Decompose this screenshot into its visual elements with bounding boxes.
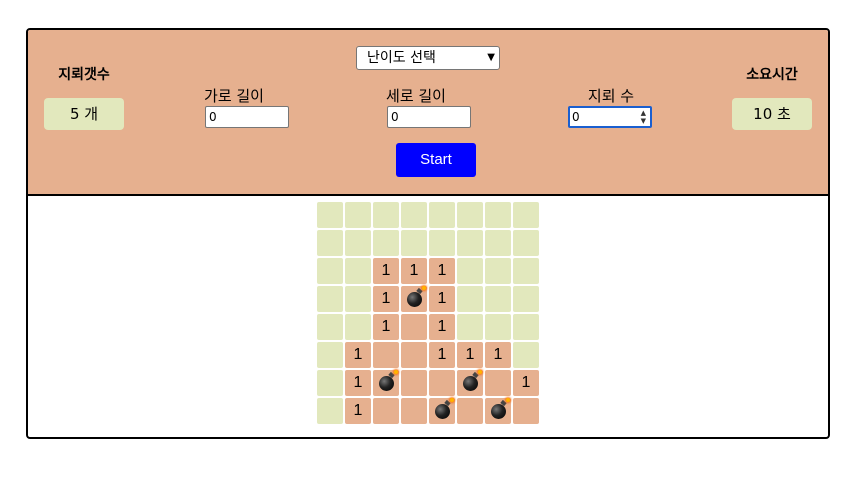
hidden-cell[interactable]: [485, 286, 511, 312]
mine-number-input-value: 0: [572, 110, 580, 124]
number-cell[interactable]: 1: [429, 314, 455, 340]
start-button[interactable]: Start: [396, 143, 476, 177]
hidden-cell[interactable]: [457, 230, 483, 256]
hidden-cell[interactable]: [317, 286, 343, 312]
revealed-empty-cell[interactable]: [401, 342, 427, 368]
revealed-empty-cell[interactable]: [429, 370, 455, 396]
mine-cell[interactable]: [457, 370, 483, 396]
hidden-cell[interactable]: [317, 398, 343, 424]
hidden-cell[interactable]: [513, 286, 539, 312]
elapsed-time-title: 소요시간: [746, 67, 798, 83]
hidden-cell[interactable]: [457, 286, 483, 312]
hidden-cell[interactable]: [373, 202, 399, 228]
hidden-cell[interactable]: [485, 314, 511, 340]
difficulty-select[interactable]: 난이도 선택 ▼: [356, 46, 500, 70]
hidden-cell[interactable]: [485, 202, 511, 228]
hidden-cell[interactable]: [345, 258, 371, 284]
mine-cell[interactable]: [373, 370, 399, 396]
number-cell[interactable]: 1: [345, 398, 371, 424]
height-input[interactable]: 0: [387, 106, 471, 128]
width-input[interactable]: 0: [205, 106, 289, 128]
number-cell[interactable]: 1: [345, 370, 371, 396]
revealed-empty-cell[interactable]: [401, 398, 427, 424]
hidden-cell[interactable]: [457, 314, 483, 340]
number-cell[interactable]: 1: [345, 342, 371, 368]
hidden-cell[interactable]: [317, 342, 343, 368]
hidden-cell[interactable]: [345, 230, 371, 256]
hidden-cell[interactable]: [345, 202, 371, 228]
number-cell[interactable]: 1: [513, 370, 539, 396]
height-label: 세로 길이: [386, 87, 446, 105]
hidden-cell[interactable]: [457, 202, 483, 228]
spinner-arrows-icon[interactable]: ▲ ▼: [641, 109, 646, 125]
revealed-empty-cell[interactable]: [373, 398, 399, 424]
hidden-cell[interactable]: [485, 230, 511, 256]
hidden-cell[interactable]: [345, 314, 371, 340]
minefield-board: 11111111111111: [317, 202, 539, 424]
hidden-cell[interactable]: [401, 202, 427, 228]
hidden-cell[interactable]: [317, 202, 343, 228]
number-cell[interactable]: 1: [485, 342, 511, 368]
hidden-cell[interactable]: [401, 230, 427, 256]
hidden-cell[interactable]: [317, 314, 343, 340]
mine-count-display: 5 개: [44, 98, 124, 130]
mine-number-label: 지뢰 수: [587, 87, 635, 105]
number-cell[interactable]: 1: [401, 258, 427, 284]
bomb-icon: [462, 370, 482, 391]
mine-number-input[interactable]: 0 ▲ ▼: [568, 106, 652, 128]
revealed-empty-cell[interactable]: [401, 314, 427, 340]
mine-cell[interactable]: [401, 286, 427, 312]
hidden-cell[interactable]: [317, 258, 343, 284]
hidden-cell[interactable]: [513, 258, 539, 284]
hidden-cell[interactable]: [457, 258, 483, 284]
chevron-down-icon: ▼: [487, 52, 495, 63]
hidden-cell[interactable]: [513, 230, 539, 256]
mine-count-value: 5 개: [69, 105, 99, 123]
number-cell[interactable]: 1: [373, 258, 399, 284]
revealed-empty-cell[interactable]: [457, 398, 483, 424]
height-input-value: 0: [391, 110, 399, 124]
number-cell[interactable]: 1: [457, 342, 483, 368]
number-cell[interactable]: 1: [429, 258, 455, 284]
bomb-icon: [378, 370, 398, 391]
bomb-icon: [490, 398, 510, 419]
mine-cell[interactable]: [429, 398, 455, 424]
hidden-cell[interactable]: [429, 202, 455, 228]
hidden-cell[interactable]: [513, 342, 539, 368]
revealed-empty-cell[interactable]: [485, 370, 511, 396]
number-cell[interactable]: 1: [373, 286, 399, 312]
hidden-cell[interactable]: [429, 230, 455, 256]
hidden-cell[interactable]: [317, 370, 343, 396]
control-panel: 지뢰갯수 5 개 난이도 선택 ▼ 가로 길이 0 세로 길이 0 지뢰 수 0…: [28, 30, 828, 196]
elapsed-time-value: 10 초: [753, 105, 791, 123]
hidden-cell[interactable]: [317, 230, 343, 256]
width-label: 가로 길이: [204, 87, 264, 105]
number-cell[interactable]: 1: [429, 286, 455, 312]
elapsed-time-display: 10 초: [732, 98, 812, 130]
bomb-icon: [434, 398, 454, 419]
hidden-cell[interactable]: [513, 202, 539, 228]
hidden-cell[interactable]: [373, 230, 399, 256]
revealed-empty-cell[interactable]: [513, 398, 539, 424]
hidden-cell[interactable]: [345, 286, 371, 312]
number-cell[interactable]: 1: [429, 342, 455, 368]
bomb-icon: [406, 286, 426, 307]
hidden-cell[interactable]: [485, 258, 511, 284]
number-cell[interactable]: 1: [373, 314, 399, 340]
width-input-value: 0: [209, 110, 217, 124]
hidden-cell[interactable]: [513, 314, 539, 340]
mine-cell[interactable]: [485, 398, 511, 424]
game-frame: 지뢰갯수 5 개 난이도 선택 ▼ 가로 길이 0 세로 길이 0 지뢰 수 0…: [26, 28, 830, 439]
revealed-empty-cell[interactable]: [401, 370, 427, 396]
revealed-empty-cell[interactable]: [373, 342, 399, 368]
difficulty-selected-value: 난이도 선택: [367, 50, 436, 66]
mine-count-title: 지뢰갯수: [58, 67, 110, 83]
